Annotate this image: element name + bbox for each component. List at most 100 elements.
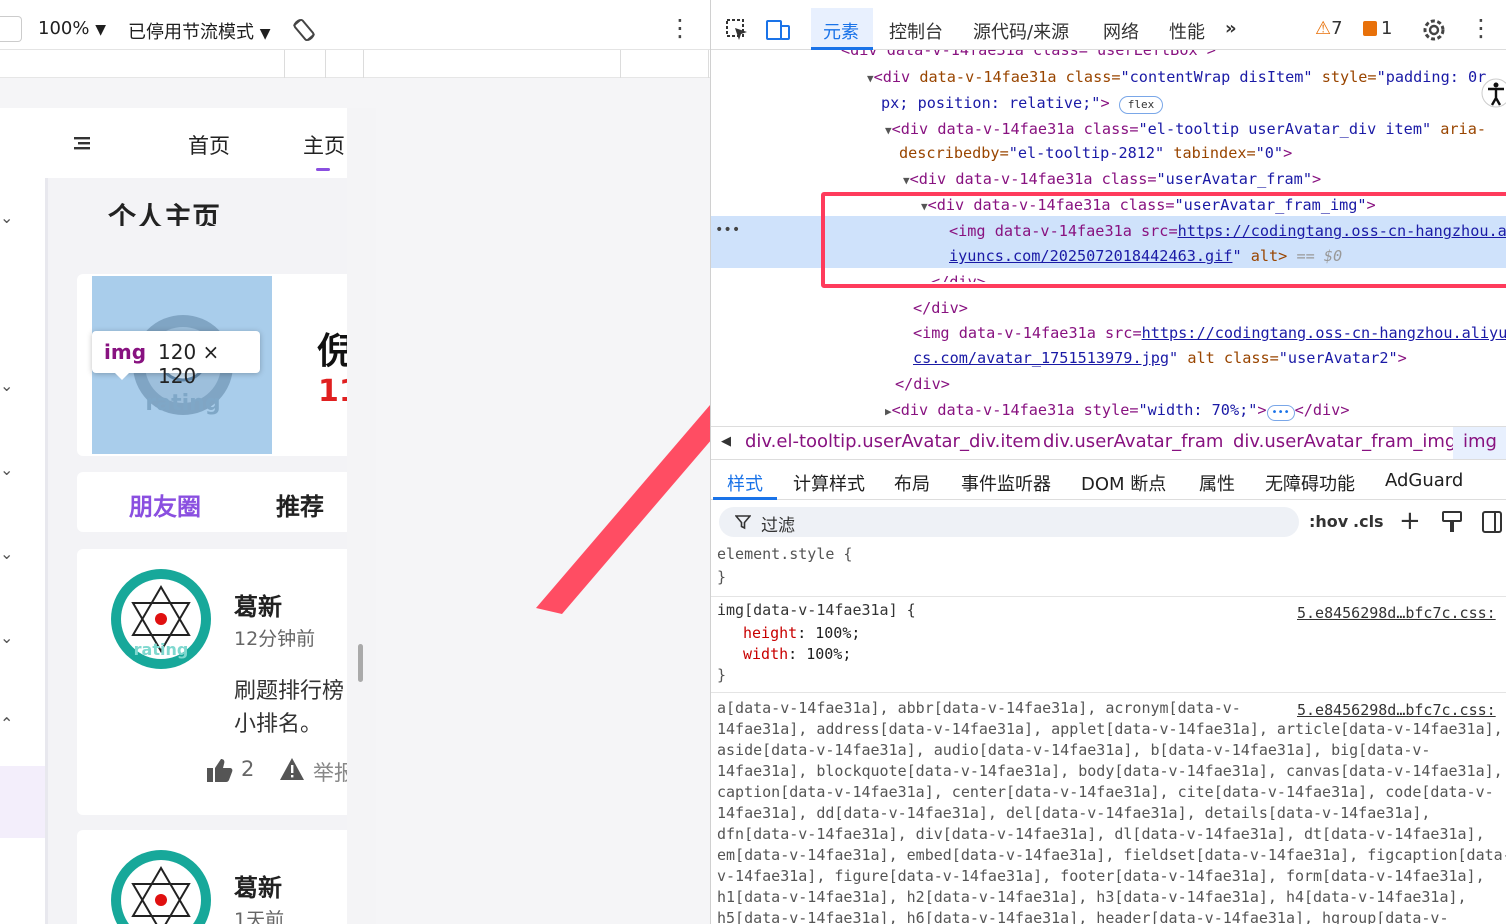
thumbs-up-icon[interactable] [205,757,233,783]
tab-properties[interactable]: 属性 [1199,470,1235,496]
breadcrumb-item-active[interactable]: img [1463,431,1497,452]
hov-toggle[interactable]: :hov [1309,512,1348,531]
warning-icon[interactable] [279,757,305,781]
cls-toggle[interactable]: .cls [1353,512,1384,531]
collapsed-ellipsis-icon[interactable]: ••• [1266,405,1295,421]
more-tabs-icon[interactable]: » [1225,18,1237,39]
breadcrumb-item[interactable]: div.el-tooltip.userAvatar_div.item [745,431,1041,452]
tag-name: <img data-v-14fae31a src= [913,324,1142,342]
tab-friends[interactable]: 朋友圈 [129,487,201,522]
post-author[interactable]: 葛新 [234,868,282,903]
throttle-select[interactable]: 已停用节流模式 ▼ [128,18,271,44]
author-avatar[interactable] [109,848,213,924]
report-link[interactable]: 举报 [313,757,347,787]
warnings-badge[interactable]: ⚠7 [1315,18,1343,39]
dom-tree: <div data-v-14fae31a class="userLeftBox"… [711,50,1506,426]
ellipsis-icon[interactable]: ••• [715,218,740,244]
dom-node-continued: cs.com/avatar_1751513979.jpg" alt class=… [913,349,1407,367]
nav-main-link[interactable]: 主页 [303,130,345,160]
author-avatar[interactable]: rating [109,567,213,671]
post-text: 刷题排行榜 [234,679,345,704]
dimension-input[interactable] [0,16,22,42]
tab-console[interactable]: 控制台 [889,18,943,44]
element-style-selector[interactable]: element.style { [717,544,852,565]
sidebar-toggle-icon[interactable] [1481,510,1503,534]
tab-network[interactable]: 网络 [1103,18,1139,44]
tab-accessibility[interactable]: 无障碍功能 [1265,470,1355,496]
attr-value: "el-tooltip userAvatar_div item" [1138,120,1432,138]
tab-sources[interactable]: 源代码/来源 [973,18,1069,44]
settings-gear-icon[interactable] [1421,17,1447,43]
dom-node[interactable]: ▼<div data-v-14fae31a class="el-tooltip … [885,117,1486,144]
selector-line: 14fae31a], blockquote[data-v-14fae31a], … [717,762,1503,780]
tab-computed[interactable]: 计算样式 [793,470,865,496]
chevron-up-icon[interactable]: ⌃ [0,714,13,733]
selector-line: 14fae31a], dd[data-v-14fae31a], del[data… [717,804,1431,822]
src-link[interactable]: https://codingtang.oss-cn-hangzhou.aliyu [1142,324,1506,342]
chevron-left-icon[interactable]: ◀ [721,434,731,449]
post-author[interactable]: 葛新 [234,587,282,622]
chevron-down-icon[interactable]: ⌄ [0,544,13,563]
more-options-icon[interactable]: ⋮ [668,14,692,42]
mobile-page: 首页 主页 ⌄ ⌄ ⌄ ⌄ ⌄ ⌃ 个人主页 rating 倪 11 [0,108,376,924]
device-toggle-icon[interactable] [765,18,791,42]
tag-name: <div data-v-14fae31a class= [891,120,1139,138]
chevron-down-icon: ▼ [95,22,106,38]
rule-source-link[interactable]: 5.e8456298d…bfc7c.css: [1297,604,1496,622]
css-property[interactable]: width [743,645,788,663]
chevron-down-icon[interactable]: ⌄ [0,376,13,395]
tag-name: <div [873,68,911,86]
add-rule-icon[interactable]: + [1399,506,1421,536]
chevron-down-icon[interactable]: ⌄ [0,208,13,227]
more-options-icon[interactable]: ⋮ [1469,14,1493,42]
filter-icon [735,515,751,530]
profile-count: 11 [318,374,347,409]
src-link[interactable]: cs.com/avatar_1751513979.jpg [913,349,1169,367]
tab-recommend[interactable]: 推荐 [276,487,324,522]
tab-performance[interactable]: 性能 [1169,18,1205,44]
rule-selector[interactable]: img[data-v-14fae31a] { [717,600,916,621]
attr-value: "el-tooltip-2812" [1008,144,1165,162]
css-value[interactable]: 100%; [806,645,851,663]
tab-dom-breakpoints[interactable]: DOM 断点 [1081,470,1166,496]
attr-name: style= [1312,68,1377,86]
warning-icon: ⚠ [1315,18,1332,39]
zoom-select[interactable]: 100% ▼ [38,18,106,39]
selector-line: 14fae31a], address[data-v-14fae31a], app… [717,720,1503,738]
dom-node[interactable]: ▼<div data-v-14fae31a class="userAvatar_… [903,167,1321,194]
tab-styles[interactable]: 样式 [727,470,763,496]
throttle-value: 已停用节流模式 [128,22,254,43]
errors-count[interactable]: 1 [1381,18,1392,39]
rule-source-link[interactable]: 5.e8456298d…bfc7c.css: [1297,701,1496,719]
css-value[interactable]: 100%; [815,624,860,642]
flex-badge[interactable]: flex [1118,96,1164,114]
dom-node[interactable]: <div data-v-14fae31a class="userLeftBox"… [841,50,1216,59]
rotate-icon[interactable] [290,16,318,44]
filter-input[interactable]: 过滤 [719,507,1299,537]
top-nav: 首页 主页 [0,108,347,178]
tab-event-listeners[interactable]: 事件监听器 [961,470,1051,496]
css-property[interactable]: height [743,624,797,642]
breadcrumb-item[interactable]: div.userAvatar_fram_img [1233,431,1456,452]
dom-node[interactable]: ▼<div data-v-14fae31a class="contentWrap… [867,65,1486,92]
breadcrumb-item[interactable]: div.userAvatar_fram [1043,431,1223,452]
svg-text:rating: rating [145,391,220,416]
dom-node[interactable]: ▶<div data-v-14fae31a style="width: 70%;… [885,398,1349,425]
sidebar-active-item[interactable] [0,766,45,838]
inspect-element-icon[interactable] [725,18,749,42]
tab-adguard[interactable]: AdGuard [1385,470,1463,491]
selector-line: em[data-v-14fae31a], embed[data-v-14fae3… [717,846,1506,864]
paint-brush-icon[interactable] [1441,510,1463,534]
accessibility-icon[interactable] [1481,76,1506,110]
nav-home-link[interactable]: 首页 [188,130,230,160]
divider [711,692,1506,693]
chevron-down-icon[interactable]: ⌄ [0,628,13,647]
tab-elements[interactable]: 元素 [823,18,859,44]
tab-layout[interactable]: 布局 [894,470,930,496]
chevron-down-icon[interactable]: ⌄ [0,460,13,479]
dom-node[interactable]: <img data-v-14fae31a src=https://codingt… [913,321,1506,347]
menu-icon[interactable] [72,136,92,152]
resize-handle[interactable] [358,644,363,682]
zoom-value: 100% [38,18,90,39]
attr-name: tabindex= [1164,144,1256,162]
